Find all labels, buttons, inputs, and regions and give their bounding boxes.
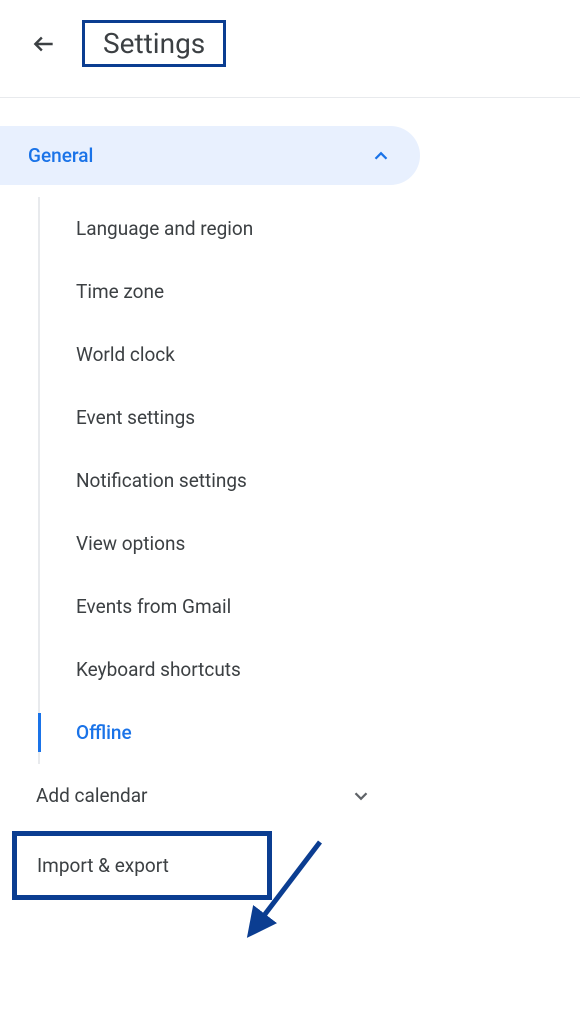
general-subitems: Language and region Time zone World cloc… xyxy=(38,197,580,764)
nav-world-clock[interactable]: World clock xyxy=(40,323,580,386)
nav-language-region[interactable]: Language and region xyxy=(40,197,580,260)
nav-offline[interactable]: Offline xyxy=(40,701,580,764)
header-divider xyxy=(0,97,580,98)
page-title: Settings xyxy=(82,20,226,67)
nav-events-from-gmail[interactable]: Events from Gmail xyxy=(40,575,580,638)
nav-event-settings[interactable]: Event settings xyxy=(40,386,580,449)
chevron-up-icon xyxy=(370,145,392,167)
settings-nav: General Language and region Time zone Wo… xyxy=(0,126,580,900)
arrow-left-icon xyxy=(31,31,57,57)
section-add-calendar[interactable]: Add calendar xyxy=(0,764,400,827)
back-button[interactable] xyxy=(30,30,58,58)
section-import-export[interactable]: Import & export xyxy=(12,831,272,900)
nav-keyboard-shortcuts[interactable]: Keyboard shortcuts xyxy=(40,638,580,701)
nav-view-options[interactable]: View options xyxy=(40,512,580,575)
section-import-export-label: Import & export xyxy=(37,854,169,877)
chevron-down-icon xyxy=(350,785,372,807)
settings-header: Settings xyxy=(0,0,580,87)
nav-time-zone[interactable]: Time zone xyxy=(40,260,580,323)
section-general-label: General xyxy=(28,144,93,167)
section-add-calendar-label: Add calendar xyxy=(36,784,148,807)
nav-notification-settings[interactable]: Notification settings xyxy=(40,449,580,512)
section-general[interactable]: General xyxy=(0,126,420,185)
